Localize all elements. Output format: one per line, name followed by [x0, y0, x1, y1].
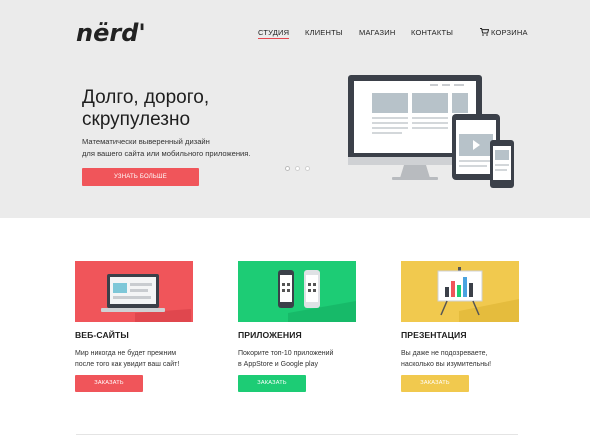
cart-label: КОРЗИНА [491, 28, 528, 37]
card-text-line: Вы даже не подозреваете, [401, 350, 488, 357]
cart-link[interactable]: КОРЗИНА [480, 28, 528, 37]
devices-illustration [348, 75, 514, 188]
nav-item-contacts[interactable]: КОНТАКТЫ [411, 28, 453, 37]
card-text-line: в AppStore и Google play [238, 360, 319, 368]
hero-subtitle-line: Математически выверенный дизайн [82, 137, 210, 146]
hero-title-line: скрупулезно [82, 109, 191, 130]
order-button[interactable]: ЗАКАЗАТЬ [401, 375, 469, 392]
slider-dot[interactable] [295, 166, 300, 171]
card-title: ПРЕЗЕНТАЦИЯ [401, 330, 467, 340]
nav-item-clients[interactable]: КЛИЕНТЫ [305, 28, 343, 37]
cart-icon [480, 28, 489, 36]
nav-item-label: КЛИЕНТЫ [305, 28, 343, 37]
active-underline [258, 38, 290, 39]
card-image [401, 261, 519, 322]
card-title: ВЕБ-САЙТЫ [75, 330, 129, 340]
nav-item-label: СТУДИЯ [258, 28, 290, 37]
learn-more-button[interactable]: УЗНАТЬ БОЛЬШЕ [82, 168, 199, 186]
nav-item-shop[interactable]: МАГАЗИН [359, 28, 395, 37]
nav-item-label: КОНТАКТЫ [411, 28, 454, 37]
card-text-line: насколько вы изумительны! [401, 360, 492, 368]
section-divider [76, 434, 518, 435]
card-text: Покорите топ-10 приложений в AppStore и … [238, 349, 368, 370]
slider-dot[interactable] [285, 166, 290, 171]
nav-item-label: МАГАЗИН [359, 28, 396, 37]
hero-subtitle: Математически выверенный дизайн для ваше… [82, 136, 302, 160]
card-text: Вы даже не подозреваете, насколько вы из… [401, 349, 531, 370]
card-text-line: после того как увидит ваш сайт! [75, 360, 180, 368]
card-title: ПРИЛОЖЕНИЯ [238, 330, 302, 340]
hero-title: Долго, дорого, скрупулезно [82, 87, 282, 131]
card-image [75, 261, 193, 322]
hero-section: nërd's СТУДИЯ КЛИЕНТЫ МАГАЗИН КОНТАКТЫ К… [0, 0, 590, 218]
hero-subtitle-line: для вашего сайта или мобильного приложен… [82, 149, 251, 158]
card-text-line: Покорите топ-10 приложений [238, 350, 334, 357]
card-image [238, 261, 356, 322]
hero-title-line: Долго, дорого, [82, 87, 210, 108]
card-text: Мир никогда не будет прежним после того … [75, 349, 205, 370]
order-button[interactable]: ЗАКАЗАТЬ [238, 375, 306, 392]
nav-item-studio[interactable]: СТУДИЯ [258, 28, 290, 39]
order-button[interactable]: ЗАКАЗАТЬ [75, 375, 143, 392]
card-text-line: Мир никогда не будет прежним [75, 350, 177, 357]
slider-dot[interactable] [305, 166, 310, 171]
main-nav: СТУДИЯ КЛИЕНТЫ МАГАЗИН КОНТАКТЫ КОРЗИНА [0, 28, 590, 42]
